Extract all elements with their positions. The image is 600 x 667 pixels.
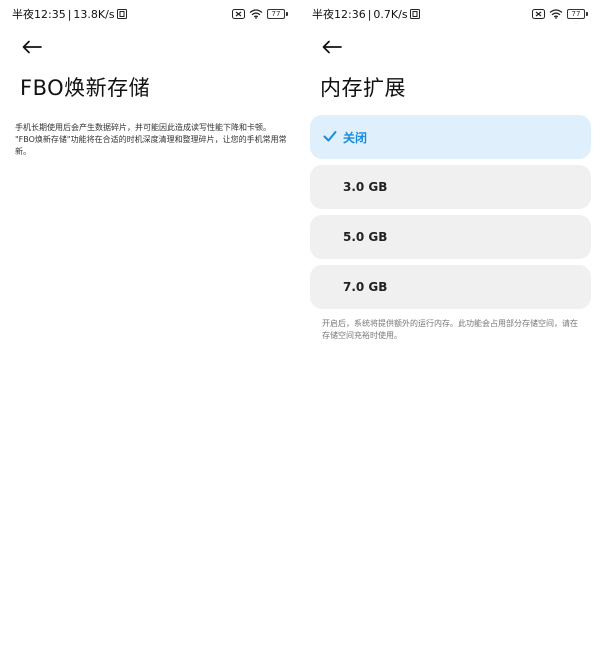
back-arrow-icon [322, 40, 342, 54]
option-off[interactable]: 关闭 [310, 115, 591, 159]
status-time: 半夜12:35 [12, 8, 66, 21]
status-bar: 半夜12:35 | 13.8K/s 77 [12, 6, 288, 22]
option-label: 7.0 GB [343, 280, 388, 294]
status-time: 半夜12:36 [312, 8, 366, 21]
wifi-icon [549, 9, 563, 19]
back-button[interactable] [20, 36, 44, 58]
option-label: 3.0 GB [343, 180, 388, 194]
back-button[interactable] [320, 36, 344, 58]
status-separator: | [67, 7, 72, 21]
description-line: 手机长期使用后会产生数据碎片，并可能因此造成读写性能下降和卡顿。 [15, 123, 271, 132]
battery-level: 77 [567, 9, 585, 19]
wifi-icon [249, 9, 263, 19]
feature-note: 开启后，系统将提供额外的运行内存。此功能会占用部分存储空间，请在存储空间充裕时使… [322, 319, 578, 340]
description-line: "FBO焕新存储"功能将在合适的时机深度清理和整理碎片，让您的手机常用常新。 [15, 135, 287, 156]
sim-icon [232, 9, 245, 19]
fbo-screen: 半夜12:35 | 13.8K/s 77 FBO焕新存储 手机长期使用后会产生数… [0, 0, 300, 667]
network-speed: 13.8K/s [73, 7, 115, 21]
back-arrow-icon [22, 40, 42, 54]
option-3gb[interactable]: 3.0 GB [310, 165, 591, 209]
option-7gb[interactable]: 7.0 GB [310, 265, 591, 309]
data-icon [409, 9, 420, 19]
memory-extension-screen: 半夜12:36 | 0.7K/s 77 内存扩展 关闭 3.0 GB 5.0 G… [300, 0, 600, 667]
battery-icon: 77 [267, 9, 288, 19]
option-5gb[interactable]: 5.0 GB [310, 215, 591, 259]
option-label: 5.0 GB [343, 230, 388, 244]
network-speed: 0.7K/s [373, 7, 408, 21]
data-icon [116, 9, 127, 19]
check-icon [323, 131, 337, 142]
description: 手机长期使用后会产生数据碎片，并可能因此造成读写性能下降和卡顿。 "FBO焕新存… [15, 122, 287, 158]
sim-icon [532, 9, 545, 19]
status-separator: | [367, 7, 372, 21]
battery-icon: 77 [567, 9, 588, 19]
page-title: 内存扩展 [320, 76, 406, 100]
status-bar: 半夜12:36 | 0.7K/s 77 [312, 6, 588, 22]
option-label: 关闭 [343, 130, 368, 145]
memory-options: 关闭 3.0 GB 5.0 GB 7.0 GB [310, 115, 591, 309]
battery-level: 77 [267, 9, 285, 19]
page-title: FBO焕新存储 [20, 76, 151, 100]
